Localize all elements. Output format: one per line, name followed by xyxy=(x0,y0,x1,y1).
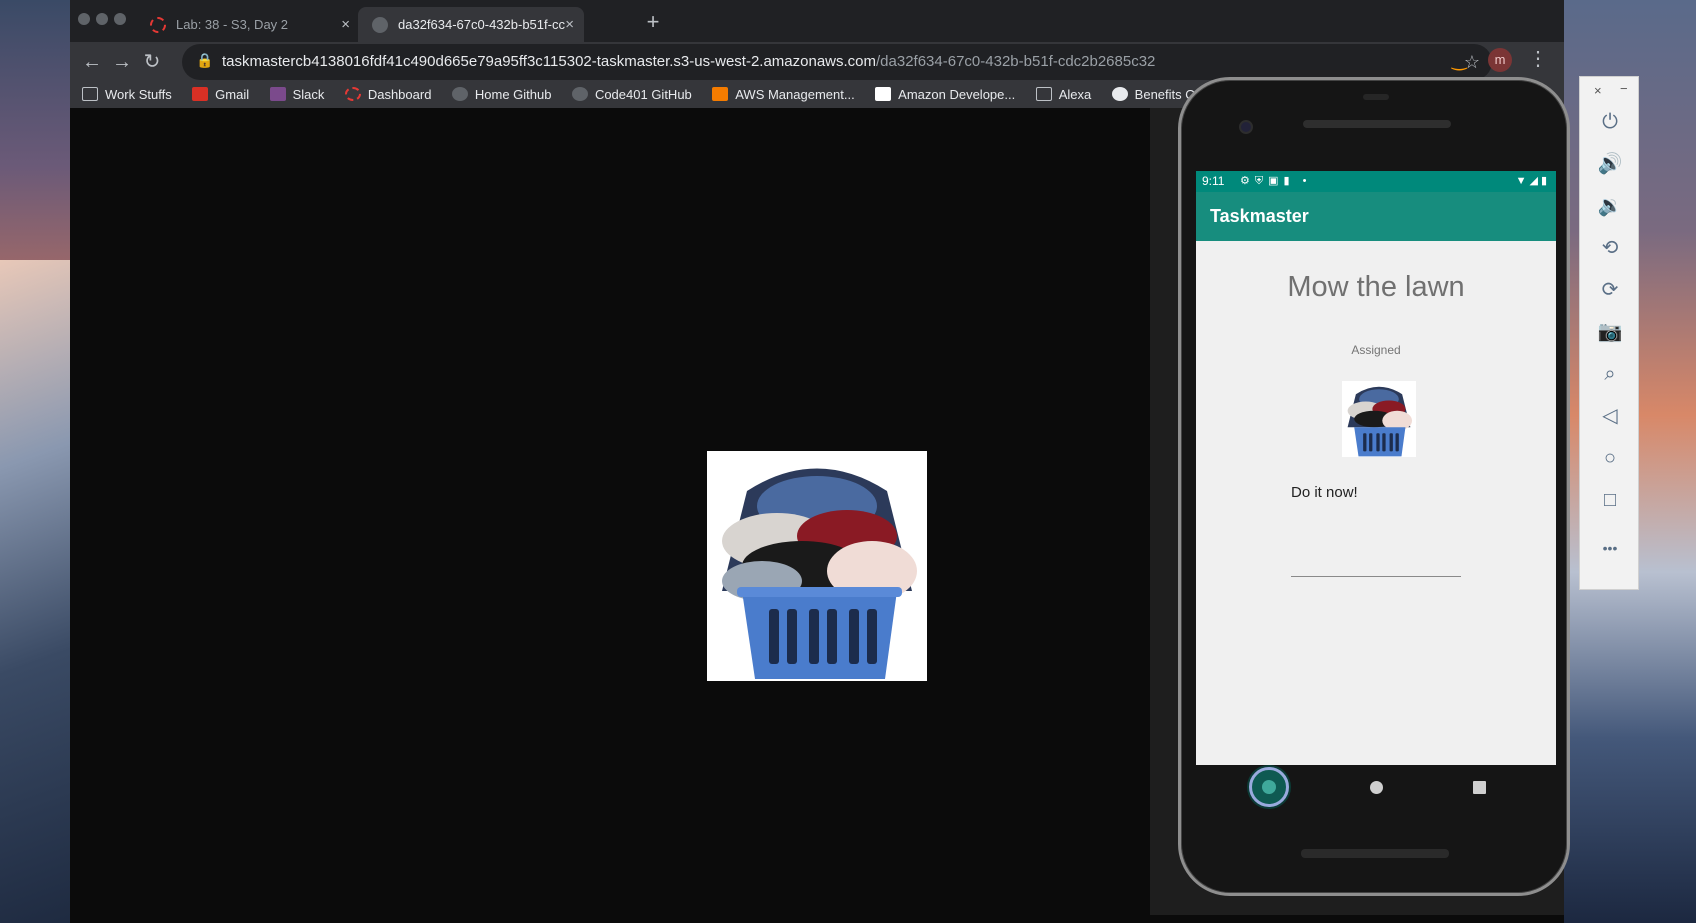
bookmark-work-stuffs[interactable]: Work Stuffs xyxy=(82,80,172,110)
gmail-icon xyxy=(192,87,209,101)
url-text: taskmastercb4138016fdf41c490d665e79a95ff… xyxy=(222,53,1156,70)
camera-icon[interactable]: 📷 xyxy=(1595,317,1625,347)
task-title: Mow the lawn xyxy=(1287,271,1465,303)
tab-s3-object[interactable]: da32f634-67c0-432b-b51f-cc × xyxy=(358,7,584,42)
dashboard-icon xyxy=(344,87,361,101)
tab-lab-38[interactable]: Lab: 38 - S3, Day 2 × xyxy=(136,7,360,42)
tab-close-icon[interactable]: × xyxy=(341,7,350,42)
bottom-speaker xyxy=(1301,849,1449,858)
zoom-icon[interactable]: ⌕ xyxy=(1595,359,1625,389)
bookmark-code401-github[interactable]: Code401 GitHub xyxy=(571,80,692,110)
emulator-toolbar: × − ⏻ 🔊 🔉 ⟲ ⟳ 📷 ⌕ ◁ ○ □ ••• xyxy=(1579,76,1639,590)
more-icon[interactable]: ••• xyxy=(1595,533,1625,563)
app-title: Taskmaster xyxy=(1210,206,1309,226)
bookmark-amazon-developer[interactable]: Amazon Develope... xyxy=(875,80,1015,110)
overview-nav-icon[interactable] xyxy=(1473,781,1486,794)
rotate-right-icon[interactable]: ⟳ xyxy=(1595,275,1625,305)
front-camera-icon xyxy=(1239,120,1253,134)
bookmarks-bar: Work Stuffs Gmail Slack Dashboard Home G… xyxy=(82,80,1257,110)
status-time: 9:11 xyxy=(1202,174,1225,188)
volume-down-icon[interactable]: 🔉 xyxy=(1595,191,1625,221)
power-icon[interactable]: ⏻ xyxy=(1595,107,1625,137)
volume-up-icon[interactable]: 🔊 xyxy=(1595,149,1625,179)
task-image xyxy=(1342,381,1416,457)
globe-icon xyxy=(372,17,388,33)
bookmark-slack[interactable]: Slack xyxy=(269,80,324,110)
folder-icon xyxy=(1035,87,1052,101)
address-bar[interactable]: 🔒 taskmastercb4138016fdf41c490d665e79a95… xyxy=(182,44,1492,80)
slack-icon xyxy=(269,87,286,101)
task-status: Assigned xyxy=(1351,343,1401,357)
page-content xyxy=(70,108,1150,923)
status-signal-battery-icons: ▼◢▮ xyxy=(1515,175,1550,187)
text-input-underline[interactable] xyxy=(1291,576,1461,577)
app-bar: Taskmaster xyxy=(1196,192,1556,241)
github-icon xyxy=(451,87,468,101)
globe-icon xyxy=(1111,87,1128,101)
tab-close-icon[interactable]: × xyxy=(565,7,574,42)
window-close-dot[interactable] xyxy=(78,13,90,25)
tab-bar: Lab: 38 - S3, Day 2 × da32f634-67c0-432b… xyxy=(70,0,1564,42)
rotate-left-icon[interactable]: ⟲ xyxy=(1595,233,1625,263)
home-nav-icon[interactable] xyxy=(1370,781,1383,794)
github-icon xyxy=(571,87,588,101)
window-zoom-dot[interactable] xyxy=(114,13,126,25)
amazon-icon xyxy=(875,87,892,101)
android-nav-bar xyxy=(1196,765,1556,810)
emulator-minimize-icon[interactable]: − xyxy=(1620,81,1628,96)
tab-favicon-icon xyxy=(150,17,166,33)
browser-menu-icon[interactable]: ⋮ xyxy=(1528,46,1548,71)
lock-icon: 🔒 xyxy=(196,52,214,68)
back-icon[interactable]: ◁ xyxy=(1595,401,1625,431)
bookmark-aws[interactable]: AWS Management... xyxy=(712,80,855,110)
aws-icon xyxy=(712,87,729,101)
status-notification-icons: ⚙⛨▣▮ • xyxy=(1240,175,1312,187)
bookmark-home-github[interactable]: Home Github xyxy=(451,80,551,110)
bookmark-dashboard[interactable]: Dashboard xyxy=(344,80,431,110)
bookmark-gmail[interactable]: Gmail xyxy=(192,80,249,110)
home-icon[interactable]: ○ xyxy=(1595,443,1625,473)
top-slot xyxy=(1363,94,1389,100)
earpiece-speaker xyxy=(1303,120,1451,128)
android-status-bar: 9:11 ⚙⛨▣▮ • ▼◢▮ xyxy=(1196,171,1556,192)
assistant-button-icon[interactable] xyxy=(1249,767,1289,807)
desktop-wallpaper-left xyxy=(0,260,80,923)
amazon-extension-icon[interactable]: ‿ xyxy=(1452,50,1466,71)
new-tab-button[interactable]: + xyxy=(638,7,668,37)
tab-title: da32f634-67c0-432b-b51f-cc xyxy=(398,17,565,32)
window-minimize-dot[interactable] xyxy=(96,13,108,25)
tab-title: Lab: 38 - S3, Day 2 xyxy=(176,17,289,32)
emulator-close-icon[interactable]: × xyxy=(1594,83,1602,98)
overview-icon[interactable]: □ xyxy=(1595,485,1625,515)
laundry-basket-image xyxy=(707,451,927,681)
avatar[interactable]: m xyxy=(1488,48,1512,72)
folder-icon xyxy=(82,87,98,101)
task-body: Do it now! xyxy=(1291,484,1358,501)
forward-arrow-icon[interactable]: → xyxy=(108,48,136,76)
android-emulator-phone: 9:11 ⚙⛨▣▮ • ▼◢▮ Taskmaster Mow the lawn … xyxy=(1178,77,1570,896)
bookmark-alexa[interactable]: Alexa xyxy=(1035,80,1091,110)
back-arrow-icon[interactable]: ← xyxy=(78,48,106,76)
phone-screen: 9:11 ⚙⛨▣▮ • ▼◢▮ Taskmaster Mow the lawn … xyxy=(1196,171,1556,765)
reload-icon[interactable]: ↻ xyxy=(138,48,166,76)
